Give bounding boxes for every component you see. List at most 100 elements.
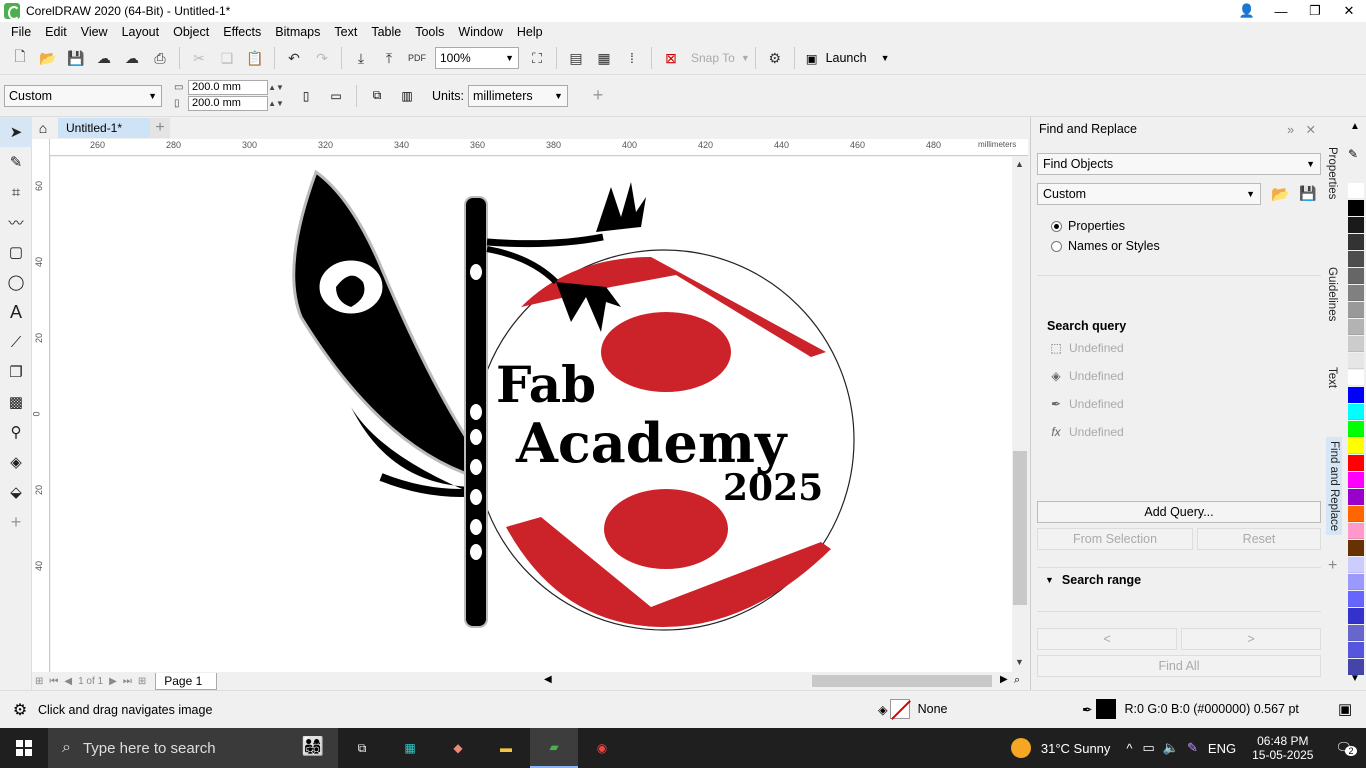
outline-indicator[interactable]: ✒ R:0 G:0 B:0 (#000000) 0.567 pt <box>1082 699 1299 719</box>
freehand-tool-icon[interactable]: 〰 <box>0 207 32 237</box>
status-gear-icon[interactable]: ⚙ <box>10 700 30 720</box>
palette-swatch[interactable] <box>1348 438 1364 454</box>
open-query-icon[interactable]: 📂 <box>1271 185 1290 203</box>
red-upper-blob[interactable] <box>601 312 731 392</box>
palette-swatch[interactable] <box>1348 268 1364 284</box>
cloud-sync-icon[interactable]: ☁ <box>121 47 143 69</box>
palette-scroll-down-icon[interactable]: ▼ <box>1350 673 1360 684</box>
add-docker-icon[interactable]: + <box>1328 557 1337 575</box>
query-row[interactable]: fx Undefined <box>1047 425 1123 439</box>
start-button[interactable] <box>0 728 48 768</box>
palette-swatch[interactable] <box>1348 472 1364 488</box>
cut-icon[interactable]: ✂ <box>188 47 210 69</box>
from-selection-button[interactable]: From Selection <box>1037 528 1193 550</box>
peacock-feather[interactable] <box>292 169 482 497</box>
artwork-text-fab[interactable]: Fab <box>496 355 596 414</box>
crop-tool-icon[interactable]: ⌗ <box>0 177 32 207</box>
page-size-dropdown[interactable]: Custom ▼ <box>4 84 162 107</box>
drawing-canvas[interactable]: Fab Academy 2025 <box>51 157 1012 672</box>
palette-swatch[interactable] <box>1348 523 1364 539</box>
fill-indicator[interactable]: ◈ None <box>878 699 948 719</box>
menu-layout[interactable]: Layout <box>115 25 167 39</box>
palette-eyedropper-icon[interactable]: ✎ <box>1348 147 1358 161</box>
find-previous-button[interactable]: < <box>1037 628 1177 650</box>
tab-properties[interactable]: Properties <box>1326 147 1338 199</box>
horizontal-scroll-thumb[interactable] <box>812 675 992 687</box>
last-page-icon[interactable]: ⏭ <box>120 676 135 687</box>
restore-button[interactable]: ❐ <box>1298 0 1332 22</box>
open-icon[interactable]: 📂 <box>37 47 59 69</box>
query-row[interactable]: ⬚ Undefined <box>1047 341 1123 355</box>
fab-academy-artwork[interactable]: Fab Academy 2025 <box>51 157 1012 672</box>
palette-swatch[interactable] <box>1348 217 1364 233</box>
print-icon[interactable]: ⎙ <box>149 47 171 69</box>
undo-icon[interactable]: ↶ <box>283 47 305 69</box>
add-preset-icon[interactable]: + <box>586 84 610 108</box>
palette-swatch[interactable] <box>1348 574 1364 590</box>
palette-swatch[interactable] <box>1348 506 1364 522</box>
export-icon[interactable]: ⤒ <box>378 47 400 69</box>
minimize-button[interactable]: — <box>1264 0 1298 22</box>
snap-to-dropdown[interactable]: Snap To <box>685 51 741 65</box>
palette-swatch[interactable] <box>1348 489 1364 505</box>
menu-table[interactable]: Table <box>364 25 408 39</box>
palette-swatch[interactable] <box>1348 285 1364 301</box>
show-rulers-icon[interactable]: ▤ <box>565 47 587 69</box>
show-guidelines-icon[interactable]: ⁞ <box>621 47 643 69</box>
menu-file[interactable]: File <box>4 25 38 39</box>
ellipse-tool-icon[interactable]: ◯ <box>0 267 32 297</box>
pen-icon[interactable]: ✎ <box>1187 740 1198 756</box>
query-preset-dropdown[interactable]: Custom ▼ <box>1037 183 1261 205</box>
radio-properties[interactable]: Properties <box>1051 219 1125 233</box>
menu-text[interactable]: Text <box>327 25 364 39</box>
transparency-tool-icon[interactable]: ▩ <box>0 387 32 417</box>
snap-off-icon[interactable]: ⊠ <box>660 47 682 69</box>
volume-icon[interactable]: 🔈 <box>1163 740 1179 756</box>
red-lower-blob[interactable] <box>604 489 728 569</box>
tab-find-and-replace[interactable]: Find and Replace <box>1326 437 1342 536</box>
horizontal-ruler[interactable]: 260 280 300 320 340 360 380 400 420 440 … <box>50 139 1028 156</box>
document-tab[interactable]: Untitled-1* <box>58 118 151 138</box>
first-page-icon[interactable]: ⏮ <box>46 676 61 687</box>
paste-icon[interactable]: 📋 <box>244 47 266 69</box>
new-tab-icon[interactable]: + <box>150 118 171 138</box>
menu-object[interactable]: Object <box>166 25 216 39</box>
vertical-scroll-thumb[interactable] <box>1013 451 1027 605</box>
width-stepper[interactable]: ▲▼ <box>268 83 284 92</box>
file-explorer-icon[interactable]: ▬ <box>482 728 530 768</box>
menu-view[interactable]: View <box>74 25 115 39</box>
add-page-after-icon[interactable]: ⊞ <box>135 676 149 687</box>
full-screen-icon[interactable]: ⛶ <box>526 47 548 69</box>
copy-icon[interactable]: ❏ <box>216 47 238 69</box>
scroll-up-icon[interactable]: ▲ <box>1015 159 1024 169</box>
interactive-fill-tool-icon[interactable]: ◈ <box>0 447 32 477</box>
scroll-right-icon[interactable]: ▶ <box>1000 674 1008 685</box>
import-icon[interactable]: ⤓ <box>350 47 372 69</box>
scroll-left-icon[interactable]: ◀ <box>544 674 552 685</box>
find-all-button[interactable]: Find All <box>1037 655 1321 677</box>
palette-swatch[interactable] <box>1348 370 1364 386</box>
reset-button[interactable]: Reset <box>1197 528 1321 550</box>
save-icon[interactable]: 💾 <box>65 47 87 69</box>
page-width-input[interactable]: 200.0 mm <box>188 80 268 95</box>
palette-swatch[interactable] <box>1348 302 1364 318</box>
close-docker-icon[interactable]: ✕ <box>1306 123 1316 137</box>
copilot-app-icon[interactable]: ◆ <box>434 728 482 768</box>
palette-swatch[interactable] <box>1348 404 1364 420</box>
inkscape-app-icon[interactable]: ▦ <box>386 728 434 768</box>
tab-text[interactable]: Text <box>1326 367 1338 388</box>
artwork-text-year[interactable]: 2025 <box>723 467 823 509</box>
palette-swatch[interactable] <box>1348 353 1364 369</box>
horizontal-scrollbar[interactable]: ◀ ▶ <box>542 674 1012 688</box>
scroll-down-icon[interactable]: ▼ <box>1015 657 1024 667</box>
rectangle-tool-icon[interactable]: ▢ <box>0 237 32 267</box>
next-page-icon[interactable]: ▶ <box>106 676 120 687</box>
network-icon[interactable]: ▭ <box>1143 740 1155 756</box>
units-dropdown[interactable]: millimeters ▼ <box>467 84 568 107</box>
clock[interactable]: 06:48 PM 15-05-2025 <box>1252 734 1313 762</box>
palette-swatch[interactable] <box>1348 200 1364 216</box>
taskbar-search[interactable]: ⌕ Type here to search 👨‍👩‍👧‍👦 <box>48 728 338 768</box>
menu-edit[interactable]: Edit <box>38 25 74 39</box>
landscape-icon[interactable]: ▭ <box>324 84 348 108</box>
pick-tool-icon[interactable]: ➤ <box>0 117 32 147</box>
